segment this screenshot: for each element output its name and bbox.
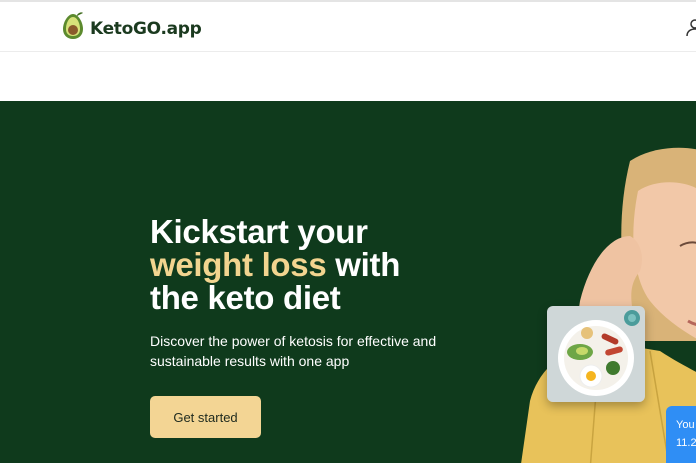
food-plate-card [547,306,645,402]
top-navigation-bar: KetoGO.app [0,0,696,52]
user-icon[interactable] [686,18,696,38]
headline-accent: weight loss [150,246,327,283]
chat-message-card: You 11.2 [666,406,696,463]
chat-card-line-1: You [676,419,695,431]
logo-text: KetoGO.app [90,18,202,39]
hero-section: Kickstart your weight loss with the keto… [0,101,696,463]
hero-subtext: Discover the power of ketosis for effect… [150,333,437,369]
ketogo-logo[interactable]: KetoGO.app [60,12,202,45]
headline-line-2-rest: with [326,246,401,283]
logo-text-suffix: .app [160,18,202,39]
hero-headline: Kickstart your weight loss with the keto… [150,215,400,314]
headline-line-2: weight loss with [150,248,400,281]
avocado-icon [60,12,86,45]
logo-text-go: GO [133,18,161,39]
chat-card-line-2: 11.2 [676,437,696,449]
headline-line-1: Kickstart your [150,213,368,250]
get-started-button[interactable]: Get started [150,396,261,438]
headline-line-3: the keto diet [150,279,341,316]
